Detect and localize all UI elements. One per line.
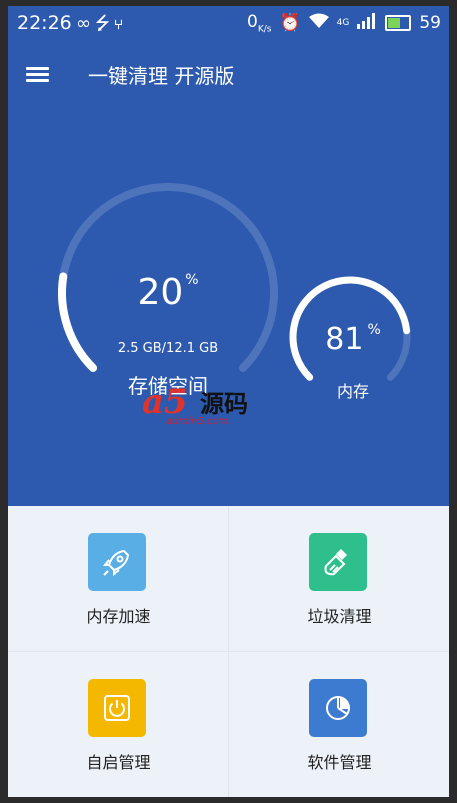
pie-chart-icon bbox=[309, 679, 367, 737]
tile-label: 自启管理 bbox=[86, 753, 151, 772]
storage-usage: 2.5 GB/12.1 GB bbox=[117, 341, 219, 356]
wifi-icon bbox=[308, 13, 329, 34]
app-title: 一键清理 开源版 bbox=[88, 64, 235, 88]
infinity-icon: ∞ bbox=[76, 13, 95, 34]
menu-icon-line bbox=[26, 73, 49, 76]
network-speed: 0K/s bbox=[247, 12, 271, 34]
battery-level: 59 bbox=[419, 13, 441, 34]
signal-type: 4G bbox=[336, 18, 350, 29]
memory-percent: 81% bbox=[318, 322, 388, 357]
status-bar: 22:26 ∞⭍⑂ 0K/s ⏰ 4G 59 bbox=[8, 6, 449, 44]
share-icon: ⑂ bbox=[114, 13, 127, 34]
memory-label: 内存 bbox=[336, 382, 369, 401]
tile-autostart-manager[interactable]: 自启管理 bbox=[8, 652, 229, 797]
menu-icon bbox=[26, 67, 49, 70]
cellular-signal-icon bbox=[357, 12, 377, 34]
alarm-icon: ⏰ bbox=[279, 13, 301, 34]
network-speed-value: 0 bbox=[247, 12, 258, 32]
tile-junk-clean[interactable]: 垃圾清理 bbox=[229, 506, 449, 651]
status-time: 22:26 bbox=[17, 12, 72, 34]
storage-percent-unit: % bbox=[185, 272, 199, 288]
app-bar: 一键清理 开源版 bbox=[8, 44, 449, 104]
broom-icon bbox=[309, 533, 367, 591]
rocket-icon bbox=[88, 533, 146, 591]
storage-gauge-progress bbox=[58, 272, 98, 372]
tile-label: 内存加速 bbox=[86, 607, 151, 626]
memory-percent-unit: % bbox=[367, 322, 381, 338]
status-indicators: 0K/s ⏰ 4G 59 bbox=[247, 12, 441, 34]
gauges bbox=[58, 183, 411, 381]
storage-percent-value: 20 bbox=[137, 272, 184, 313]
network-speed-unit: K/s bbox=[257, 24, 272, 35]
tile-app-manager[interactable]: 软件管理 bbox=[229, 652, 449, 797]
memory-percent-value: 81 bbox=[325, 322, 364, 357]
usb-icon: ⭍ bbox=[95, 13, 114, 34]
watermark-url: admin5.com bbox=[166, 416, 229, 427]
menu-icon-line bbox=[26, 79, 49, 82]
usage-panel: 20% 2.5 GB/12.1 GB 存储空间 81% 内存 a5 源码 adm… bbox=[8, 104, 449, 506]
tile-label: 垃圾清理 bbox=[307, 607, 372, 626]
tools-grid: 内存加速 垃圾清理 自启管理 软件管理 bbox=[8, 506, 449, 797]
tile-label: 软件管理 bbox=[307, 753, 372, 772]
tile-memory-boost[interactable]: 内存加速 bbox=[8, 506, 229, 651]
status-notification-icons: ∞⭍⑂ bbox=[76, 11, 127, 41]
app-screen: 22:26 ∞⭍⑂ 0K/s ⏰ 4G 59 一键清理 开源版 20 % 2.5… bbox=[8, 6, 449, 797]
menu-button[interactable] bbox=[24, 60, 52, 88]
watermark-text: 源码 bbox=[200, 390, 248, 418]
watermark-logo: a5 源码 admin5.com bbox=[142, 382, 282, 432]
power-icon bbox=[88, 679, 146, 737]
battery-icon bbox=[385, 15, 412, 32]
storage-percent: 20% bbox=[128, 272, 208, 313]
